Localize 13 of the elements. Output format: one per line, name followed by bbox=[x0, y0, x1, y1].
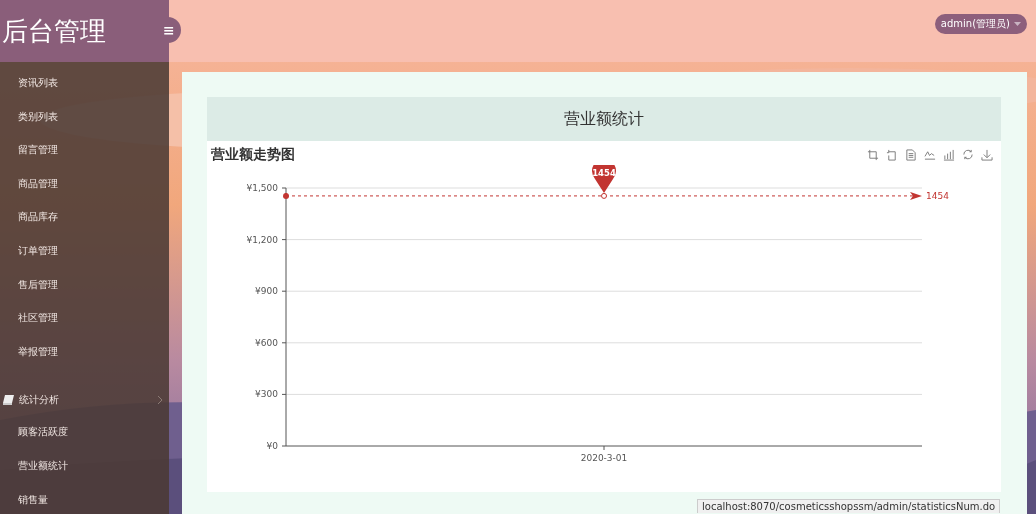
y-tick-label: ¥0 bbox=[266, 441, 278, 451]
app-logo: 后台管理 bbox=[2, 14, 106, 48]
panel-title: 营业额统计 bbox=[207, 97, 1001, 141]
status-url: localhost:8070/cosmeticsshopssm/admin/statisticsNum.do bbox=[697, 499, 1001, 513]
x-tick-label: 2020-3-01 bbox=[580, 453, 628, 463]
y-tick-label: ¥300 bbox=[255, 389, 278, 400]
reference-label: 1454 bbox=[926, 190, 949, 201]
y-tick-label: ¥1,200 bbox=[246, 234, 278, 245]
y-tick-label: ¥600 bbox=[255, 337, 278, 348]
pin-label: 1454 bbox=[592, 167, 616, 178]
y-tick-label: ¥1,500 bbox=[246, 183, 278, 193]
chart-title: 营业额走势图 bbox=[211, 146, 295, 164]
y-tick-label: ¥900 bbox=[255, 286, 278, 297]
